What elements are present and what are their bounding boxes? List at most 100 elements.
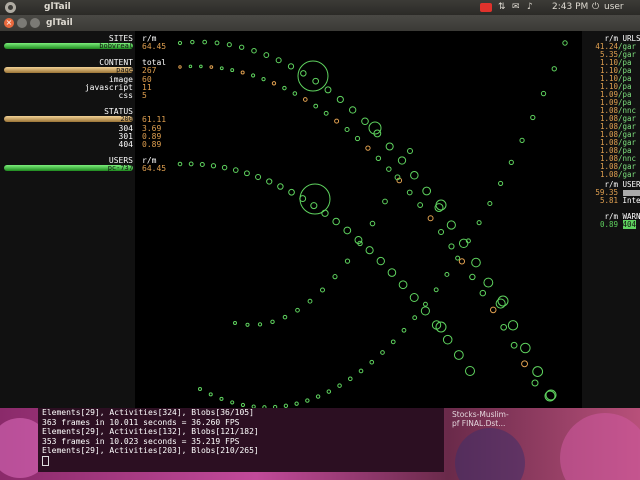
window-title-bar[interactable]: × glTail xyxy=(0,15,640,31)
right-users-row: 5.81 Inte xyxy=(584,196,640,205)
desktop-background: Stocks-Muslim- pf FINAL.Dst... Elements[… xyxy=(0,408,640,480)
terminal-line: Elements[29], Activities[324], Blobs[36/… xyxy=(42,408,254,417)
activity-blob xyxy=(540,90,547,97)
activity-blob xyxy=(321,209,329,217)
activity-blob xyxy=(315,394,321,399)
wallpaper-shape xyxy=(455,428,525,480)
activity-blob xyxy=(208,392,213,397)
activity-blob xyxy=(438,228,445,236)
activity-blob xyxy=(406,189,413,196)
activity-blob xyxy=(230,400,235,405)
status-row-label: 200 xyxy=(120,115,133,123)
activity-blob xyxy=(487,200,493,207)
activity-blob xyxy=(420,306,430,316)
activity-blob xyxy=(483,277,494,288)
terminal-window[interactable]: Elements[29], Activities[324], Blobs[36/… xyxy=(38,408,444,472)
activity-blob xyxy=(387,268,397,277)
activity-blob xyxy=(251,47,257,54)
activity-blob xyxy=(435,321,447,333)
activity-blob xyxy=(446,220,456,230)
activity-blob xyxy=(469,273,476,281)
activity-blob xyxy=(332,217,340,226)
activity-blob xyxy=(500,323,508,331)
activity-blob xyxy=(344,258,351,264)
activity-blob xyxy=(326,389,332,394)
activity-blob xyxy=(435,199,447,211)
indicator-icon[interactable] xyxy=(480,3,492,12)
ubuntu-logo-icon[interactable] xyxy=(5,2,16,13)
activity-blob xyxy=(261,76,266,82)
activity-blob xyxy=(390,339,396,345)
activity-blob xyxy=(336,95,344,104)
users-bar-label: pc-737 xyxy=(107,164,133,172)
gltail-canvas: SITES bobvreal CONTENT page image javasc… xyxy=(0,31,640,408)
content-row-label: css xyxy=(118,91,133,100)
activity-blob xyxy=(323,110,329,116)
power-icon[interactable]: ⏻ xyxy=(592,2,599,12)
user-menu[interactable]: user xyxy=(604,2,624,12)
activity-blob xyxy=(277,183,284,190)
terminal-line: Elements[29], Activities[203], Blobs[210… xyxy=(42,446,259,455)
activity-blob xyxy=(283,403,289,408)
activity-blob xyxy=(376,256,385,266)
desktop-file-label[interactable]: Stocks-Muslim- pf FINAL.Dst... xyxy=(452,410,509,428)
activity-visualization xyxy=(177,39,568,408)
activity-blob xyxy=(458,258,466,265)
minimize-button[interactable] xyxy=(17,18,27,28)
activity-blob xyxy=(344,126,350,133)
activity-blob xyxy=(369,220,376,227)
activity-blob xyxy=(433,287,439,293)
activity-blob xyxy=(530,114,536,121)
activity-blob xyxy=(178,65,182,69)
terminal-prompt[interactable] xyxy=(42,455,444,468)
activity-blob xyxy=(422,186,432,196)
activity-blob xyxy=(361,117,369,126)
activity-blob xyxy=(226,42,232,48)
activity-blob xyxy=(368,121,382,135)
activity-blob xyxy=(343,226,352,235)
activity-blob xyxy=(398,280,408,290)
close-button[interactable]: × xyxy=(4,18,14,28)
terminal-line: 363 frames in 10.011 seconds = 36.260 FP… xyxy=(42,417,240,427)
activity-blob xyxy=(270,319,275,325)
activity-blob xyxy=(199,64,203,69)
activity-blob xyxy=(202,39,207,45)
activity-blob xyxy=(375,155,382,161)
volume-icon[interactable]: ♪ xyxy=(527,2,533,12)
activity-blob xyxy=(219,396,224,401)
activity-blob xyxy=(531,379,539,387)
content-row-label: page xyxy=(116,66,133,74)
wallpaper-shape xyxy=(560,413,640,480)
activity-blob xyxy=(507,320,519,331)
stats-right-panel: r/m URLS 41.24/gar 5.35/gar 1.10/pa 1.10/pa… xyxy=(582,31,640,408)
activity-blob xyxy=(453,350,464,360)
activity-blob xyxy=(233,321,237,325)
activity-blob xyxy=(407,148,413,154)
activity-blob xyxy=(188,161,194,167)
activity-blob xyxy=(302,97,308,102)
activity-blob xyxy=(324,86,332,94)
activity-blob xyxy=(251,73,256,78)
activity-blob xyxy=(266,178,273,185)
activity-blob xyxy=(310,202,318,210)
activity-blob xyxy=(210,163,217,169)
activity-blob xyxy=(188,64,193,69)
activity-blob xyxy=(221,164,228,171)
mail-icon[interactable]: ✉ xyxy=(512,2,520,12)
activity-blob xyxy=(471,257,481,268)
sites-value: 64.45 xyxy=(142,42,167,51)
activity-blob xyxy=(299,183,331,215)
activity-blob xyxy=(287,63,295,70)
activity-blob xyxy=(177,161,183,167)
maximize-button[interactable] xyxy=(30,18,40,28)
activity-blob xyxy=(427,215,434,222)
activity-blob xyxy=(448,243,455,250)
activity-blob xyxy=(521,360,529,368)
active-app-name: glTail xyxy=(44,2,71,12)
clock[interactable]: 2:43 PM xyxy=(552,2,588,12)
stats-left-panel: SITES bobvreal CONTENT page image javasc… xyxy=(0,31,170,408)
activity-blob xyxy=(401,327,407,333)
sort-arrows-icon[interactable]: ⇅ xyxy=(498,2,506,12)
activity-blob xyxy=(245,322,250,327)
activity-blob xyxy=(307,298,313,304)
